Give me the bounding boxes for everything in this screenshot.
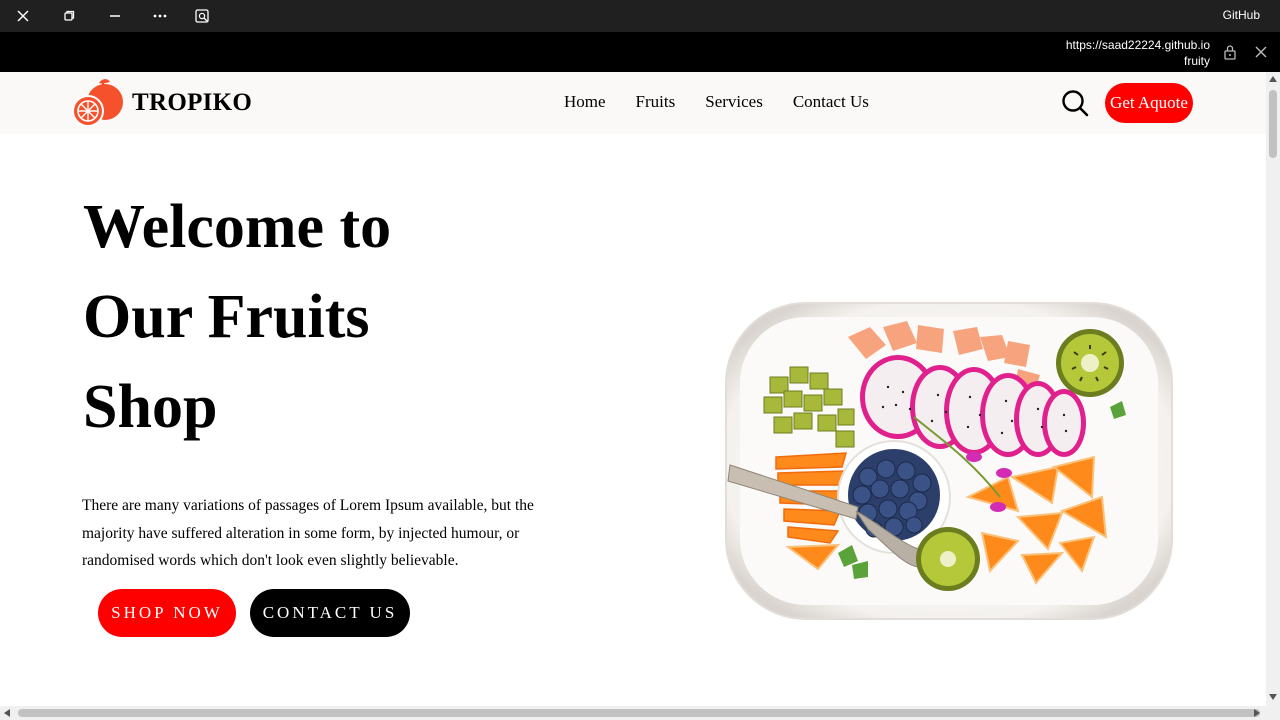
contact-us-button[interactable]: CONTACT US: [250, 589, 410, 637]
scroll-down-icon[interactable]: [1269, 694, 1277, 700]
scroll-right-icon[interactable]: [1254, 709, 1260, 717]
scroll-left-icon[interactable]: [4, 709, 10, 717]
shop-now-button[interactable]: SHOP NOW: [98, 589, 236, 637]
url-path: fruity: [1183, 54, 1210, 68]
url-display[interactable]: https://saad22224.github.io fruity: [1066, 37, 1210, 69]
hero-title: Welcome to Our Fruits Shop: [83, 182, 391, 452]
reader-icon[interactable]: [190, 4, 214, 28]
fruit-platter-image: [725, 302, 1173, 620]
nav-menu: Home Fruits Services Contact Us: [564, 92, 899, 112]
url-host: https://saad22224.github.io: [1065, 38, 1210, 52]
nav-link-services[interactable]: Services: [705, 92, 763, 112]
brand-logo[interactable]: TROPIKO: [72, 77, 252, 129]
hero-title-line: Shop: [83, 373, 218, 441]
scrollbar-corner: [1266, 706, 1280, 720]
navbar: TROPIKO Home Fruits Services Contact Us …: [0, 72, 1266, 134]
get-quote-button[interactable]: Get Aquote: [1105, 83, 1193, 123]
horizontal-scrollbar[interactable]: [0, 706, 1266, 720]
close-icon[interactable]: [11, 4, 35, 28]
nav-link-contact[interactable]: Contact Us: [793, 92, 869, 112]
close-url-icon[interactable]: [1251, 42, 1271, 62]
more-icon[interactable]: [148, 4, 172, 28]
nav-link-fruits[interactable]: Fruits: [636, 92, 676, 112]
horizontal-scroll-thumb[interactable]: [18, 709, 1260, 717]
hero-title-line: Our Fruits: [83, 283, 370, 351]
vertical-scroll-thumb[interactable]: [1269, 90, 1277, 158]
lock-icon[interactable]: [1220, 42, 1240, 62]
orange-logo-icon: [72, 79, 123, 127]
search-icon[interactable]: [1061, 89, 1089, 117]
minimize-icon[interactable]: [103, 4, 127, 28]
vertical-scrollbar[interactable]: [1266, 72, 1280, 706]
restore-icon[interactable]: [57, 4, 81, 28]
nav-link-home[interactable]: Home: [564, 92, 606, 112]
window-titlebar: GitHub: [0, 0, 1280, 32]
brand-name: TROPIKO: [132, 89, 253, 116]
hero-title-line: Welcome to: [83, 193, 392, 261]
app-name: GitHub: [1222, 8, 1260, 22]
url-bar: https://saad22224.github.io fruity: [0, 32, 1280, 72]
scroll-up-icon[interactable]: [1269, 76, 1277, 82]
hero-description: There are many variations of passages of…: [82, 497, 534, 569]
page-viewport: TROPIKO Home Fruits Services Contact Us …: [0, 72, 1266, 706]
